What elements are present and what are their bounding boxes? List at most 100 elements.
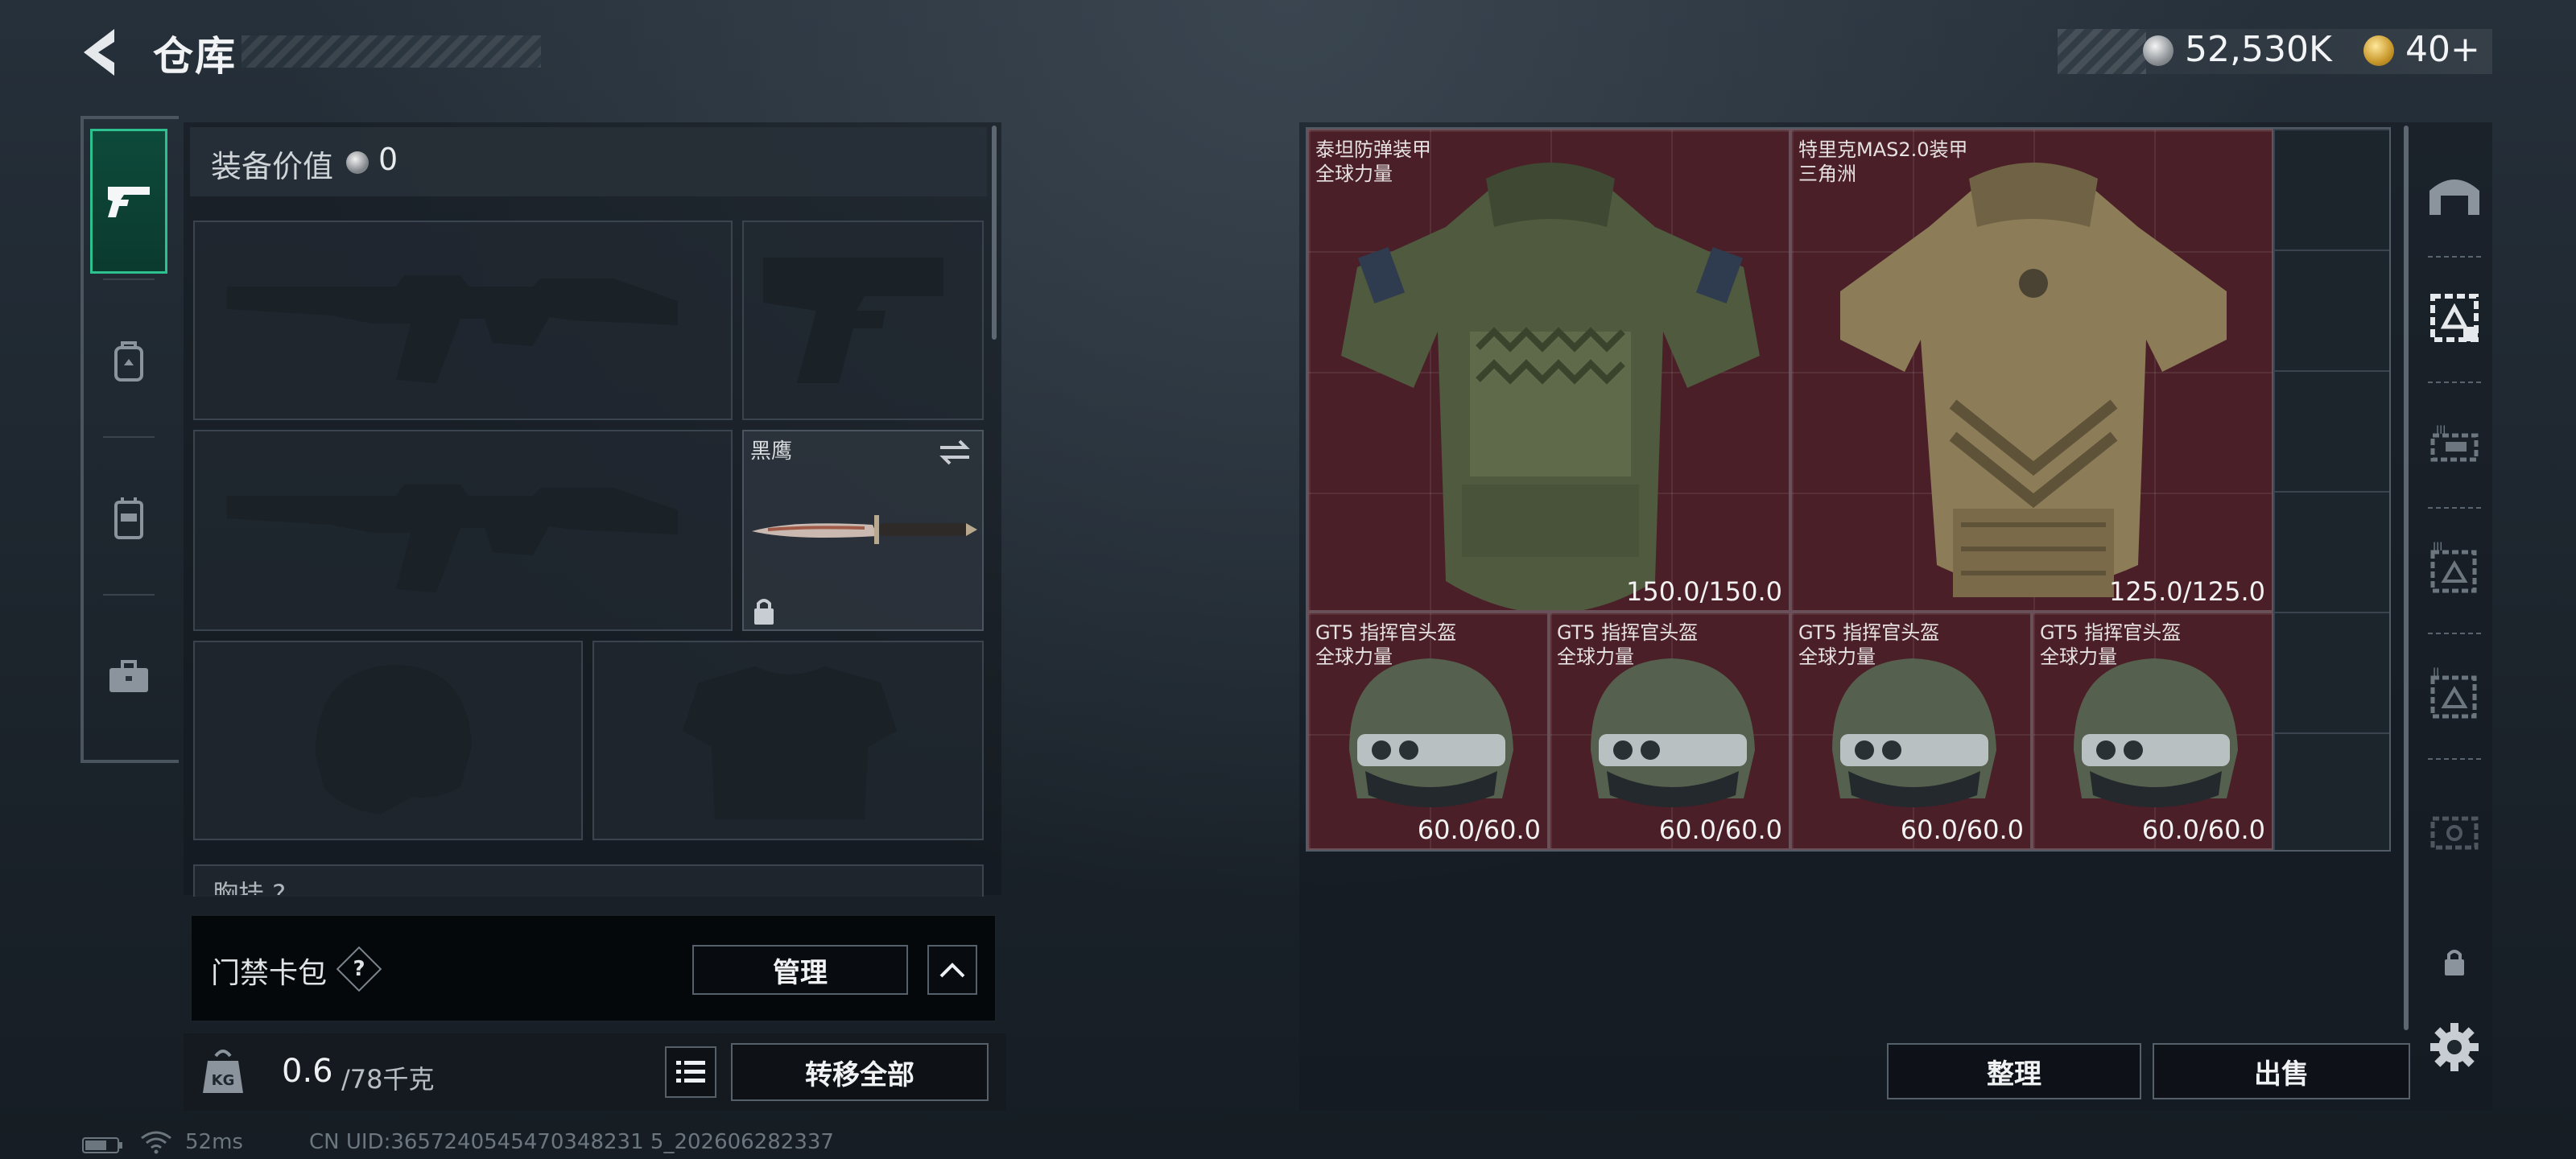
storage-page-3[interactable]: III	[2420, 534, 2489, 604]
storage-page-4[interactable]: II	[2420, 660, 2489, 729]
tab-chest-rig[interactable]	[90, 446, 167, 591]
pistol-icon	[108, 187, 150, 217]
storage-item[interactable]: 泰坦防弹装甲 全球力量 150.0/150.0	[1307, 129, 1790, 612]
lock-icon	[2445, 950, 2464, 975]
tab-divider	[103, 436, 155, 438]
storage-item[interactable]: GT5 指挥官头盔 全球力量 60.0/60.0	[1790, 612, 2032, 850]
swap-icon[interactable]	[937, 438, 972, 467]
armor-silhouette-icon	[683, 666, 897, 819]
tab-case[interactable]	[90, 604, 167, 749]
title-decoration	[242, 35, 541, 68]
storage-box-icon: II	[2430, 666, 2477, 719]
equipment-value: 0	[378, 142, 398, 177]
back-icon[interactable]	[77, 26, 126, 79]
armor-slot[interactable]	[592, 641, 984, 840]
user-id: CN UID:3657240545470348231 5_20260628233…	[309, 1130, 834, 1154]
chest-rig-slot[interactable]	[193, 864, 984, 897]
item-faction: 全球力量	[1315, 163, 1393, 185]
item-durability: 60.0/60.0	[1900, 815, 2024, 845]
briefcase-icon	[109, 660, 148, 692]
currency-decoration	[2058, 29, 2146, 74]
secondary-weapon-slot[interactable]	[193, 430, 733, 631]
tab-frame	[80, 760, 179, 763]
warehouse-icon	[2429, 179, 2479, 215]
gold-coin-icon	[2363, 35, 2394, 66]
pistol-silhouette-icon	[763, 258, 943, 383]
helmet-silhouette-icon	[316, 665, 472, 815]
help-glyph: ?	[353, 957, 365, 981]
weight-current: 0.6	[282, 1053, 333, 1090]
storage-grid: 泰坦防弹装甲 全球力量 150.0/150.0 特里克MAS2.0装甲 三角洲 …	[1306, 127, 2391, 852]
list-icon	[676, 1061, 705, 1083]
weight-max: /78千克	[341, 1064, 435, 1095]
item-durability: 60.0/60.0	[2141, 815, 2265, 845]
storage-item[interactable]: 特里克MAS2.0装甲 三角洲 125.0/125.0	[1790, 129, 2273, 612]
silver-coin-icon	[346, 151, 369, 174]
storage-box-icon: III	[2430, 541, 2477, 593]
item-durability: 60.0/60.0	[1417, 815, 1541, 845]
tab-backpack[interactable]	[90, 288, 167, 433]
storage-case-icon	[2430, 816, 2479, 850]
body-armor-image	[1341, 163, 1760, 610]
svg-text:III: III	[2433, 541, 2442, 554]
helmet-slot[interactable]	[193, 641, 583, 840]
sort-button[interactable]: 整理	[1887, 1043, 2141, 1099]
tool-divider	[2428, 256, 2481, 258]
storage-page-5[interactable]	[2420, 797, 2489, 866]
backpack-icon	[114, 341, 143, 382]
storage-page-1[interactable]	[2420, 283, 2489, 353]
tab-divider	[103, 594, 155, 596]
wifi-icon	[141, 1131, 171, 1154]
ping-readout: 52ms	[185, 1130, 243, 1154]
tool-divider	[2428, 382, 2481, 383]
item-faction: 三角洲	[1798, 163, 1856, 185]
list-view-button[interactable]	[665, 1046, 716, 1098]
manage-button[interactable]: 管理	[692, 945, 908, 995]
item-durability: 125.0/125.0	[2109, 576, 2265, 607]
gear-icon	[2430, 1023, 2479, 1071]
item-faction: 全球力量	[1798, 645, 1876, 668]
weight-icon: KG	[203, 1050, 243, 1093]
item-faction: 全球力量	[1315, 645, 1393, 668]
lock-icon	[754, 599, 774, 625]
chest-rig-label: 胸挂 ?	[213, 879, 287, 895]
tab-weapons[interactable]	[90, 129, 167, 274]
tool-divider	[2428, 507, 2481, 509]
tab-divider	[103, 278, 155, 280]
pistol-slot[interactable]	[742, 221, 984, 420]
primary-weapon-slot[interactable]	[193, 221, 733, 420]
storage-item[interactable]: GT5 指挥官头盔 全球力量 60.0/60.0	[1549, 612, 1790, 850]
svg-text:II: II	[2433, 666, 2439, 679]
settings-button[interactable]	[2420, 1013, 2489, 1082]
item-faction: 全球力量	[1557, 645, 1634, 668]
item-durability: 60.0/60.0	[1658, 815, 1782, 845]
storage-item[interactable]: GT5 指挥官头盔 全球力量 60.0/60.0	[1307, 612, 1549, 850]
equipment-scrollbar[interactable]	[992, 126, 997, 340]
storage-item[interactable]: GT5 指挥官头盔 全球力量 60.0/60.0	[2032, 612, 2273, 850]
page-title: 仓库	[153, 33, 237, 80]
tab-frame	[80, 116, 84, 763]
gold-balance[interactable]: 40+	[2405, 29, 2480, 70]
storage-scrollbar[interactable]	[2404, 126, 2409, 1030]
silver-balance[interactable]: 52,530K	[2185, 29, 2332, 70]
equipment-value-label: 装备价值	[211, 149, 334, 184]
sell-button[interactable]: 出售	[2153, 1043, 2410, 1099]
silver-coin-icon	[2143, 35, 2174, 66]
storage-shelf-icon: III	[2430, 424, 2479, 462]
body-armor-image	[1840, 163, 2227, 597]
rifle-silhouette-icon	[227, 485, 678, 592]
battery-icon	[82, 1137, 122, 1153]
transfer-all-button[interactable]: 转移全部	[731, 1043, 989, 1101]
rifle-silhouette-icon	[227, 275, 678, 383]
chest-rig-icon	[114, 497, 143, 539]
svg-text:KG: KG	[212, 1072, 235, 1089]
keycard-label: 门禁卡包	[211, 957, 328, 990]
storage-box-icon	[2430, 294, 2479, 342]
svg-text:III: III	[2436, 424, 2446, 437]
tool-divider	[2428, 633, 2481, 634]
melee-name: 黑鹰	[750, 439, 793, 464]
item-faction: 全球力量	[2040, 645, 2117, 668]
storage-home-button[interactable]	[2420, 158, 2489, 227]
collapse-button[interactable]	[927, 945, 977, 995]
storage-page-2[interactable]: III	[2420, 409, 2489, 478]
